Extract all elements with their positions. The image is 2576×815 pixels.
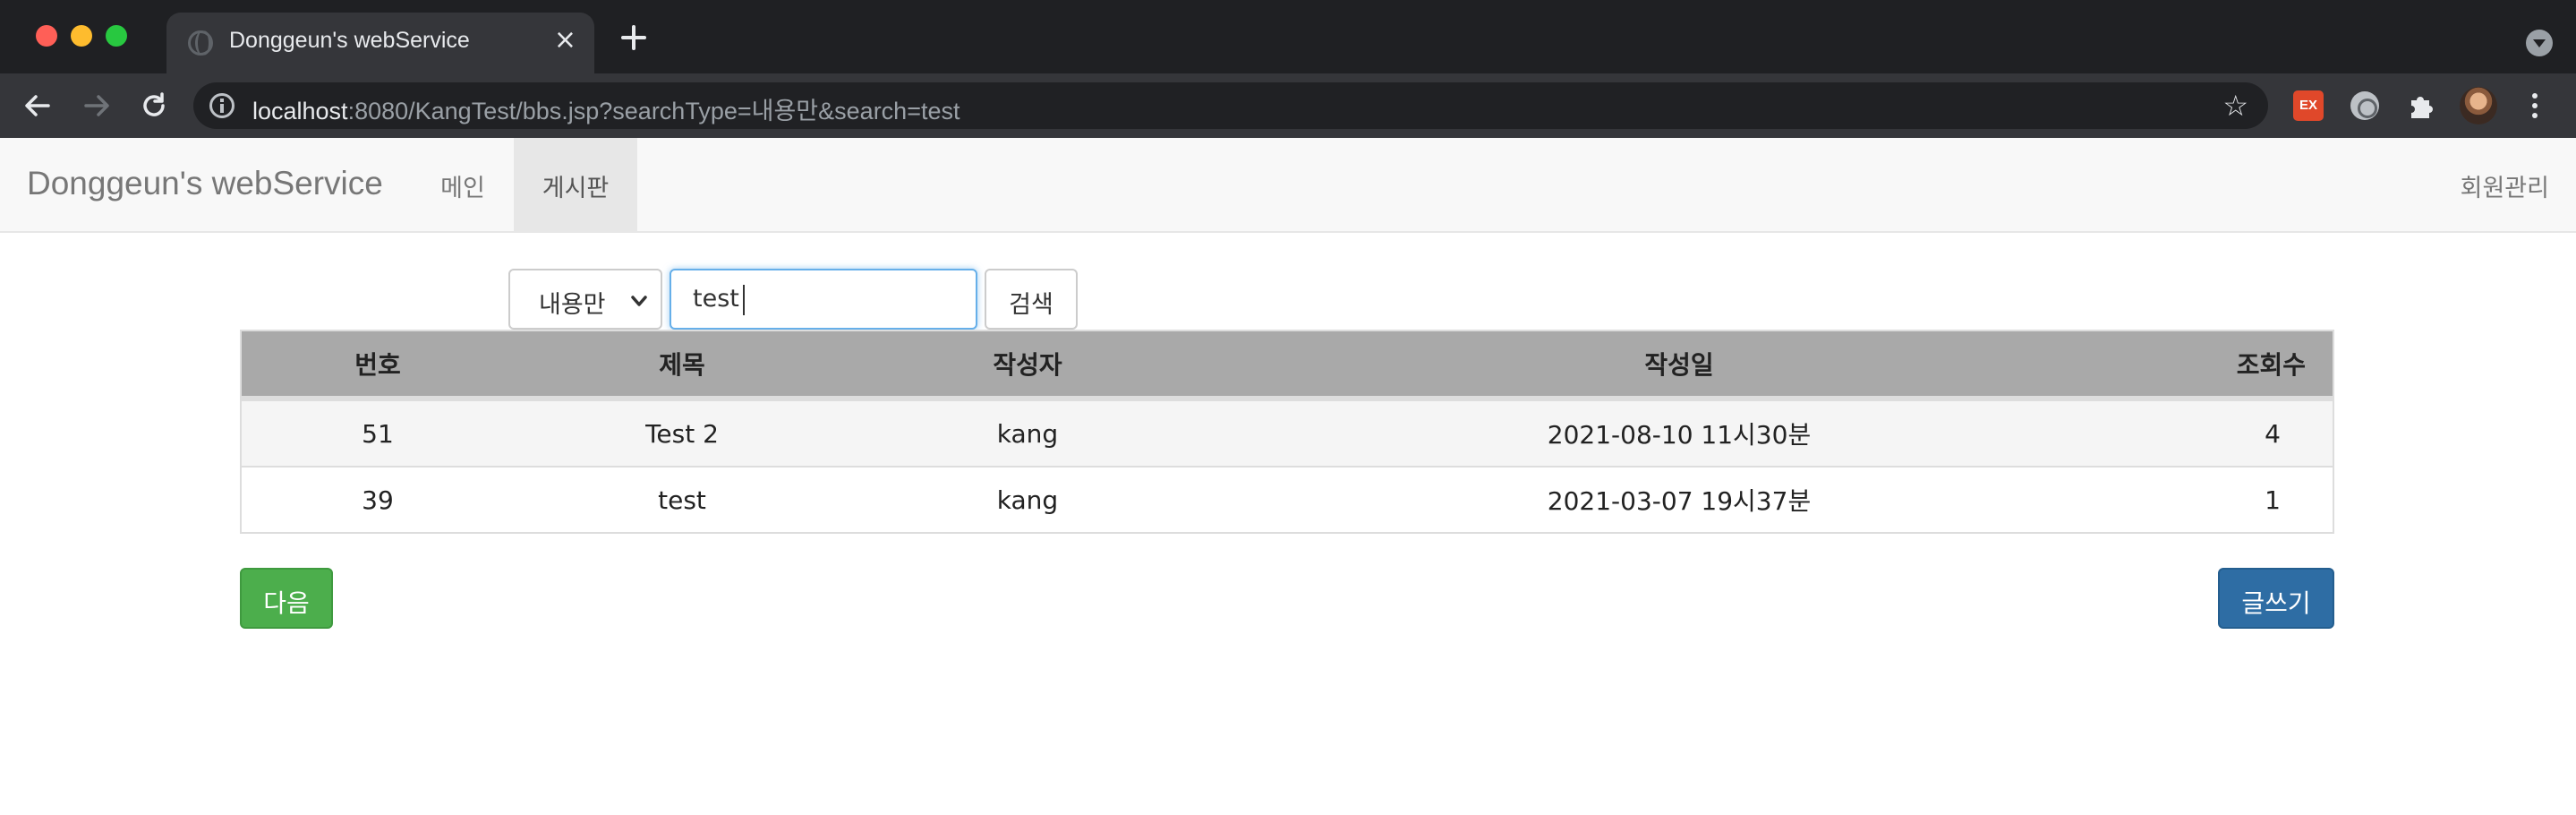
table-row[interactable]: 51 Test 2 kang 2021-08-10 11시30분 4 xyxy=(242,399,2333,466)
minimize-window-button[interactable] xyxy=(71,25,92,47)
table-row[interactable]: 39 test kang 2021-03-07 19시37분 1 xyxy=(242,466,2333,532)
tab-search-icon[interactable] xyxy=(2526,30,2553,56)
cell-date: 2021-03-07 19시37분 xyxy=(1547,486,1812,516)
header-author: 작성자 xyxy=(993,350,1062,380)
kebab-icon[interactable] xyxy=(2529,90,2540,122)
next-page-button[interactable]: 다음 xyxy=(240,568,333,629)
nav-item-main[interactable]: 메인 xyxy=(414,138,512,231)
address-bar[interactable]: localhost:8080/KangTest/bbs.jsp?searchTy… xyxy=(193,82,2268,129)
url-host: localhost xyxy=(252,98,348,124)
puzzle-icon[interactable] xyxy=(2404,90,2436,122)
cell-views: 4 xyxy=(2265,418,2281,449)
cell-views: 1 xyxy=(2265,485,2281,515)
next-button-label: 다음 xyxy=(263,588,310,618)
header-title: 제목 xyxy=(659,350,705,380)
extension-ex-icon[interactable]: EX xyxy=(2293,90,2324,121)
browser-tab[interactable]: Donggeun's webService × xyxy=(166,13,594,73)
header-views: 조회수 xyxy=(2236,350,2306,380)
url-text: localhost:8080/KangTest/bbs.jsp?searchTy… xyxy=(252,91,960,126)
chevron-down-icon xyxy=(631,296,647,306)
search-button-label: 검색 xyxy=(1009,291,1053,319)
write-button-label: 글쓰기 xyxy=(2241,588,2311,618)
header-number: 번호 xyxy=(354,350,401,380)
header-date: 작성일 xyxy=(1644,350,1714,380)
search-input[interactable]: test xyxy=(670,269,977,330)
browser-toolbar: localhost:8080/KangTest/bbs.jsp?searchTy… xyxy=(0,73,2576,138)
tab-close-icon[interactable]: × xyxy=(554,25,576,56)
new-tab-icon[interactable] xyxy=(618,21,650,54)
site-navbar: Donggeun's webService 메인 게시판 회원관리 xyxy=(0,138,2576,233)
text-caret xyxy=(743,285,745,315)
cell-author: kang xyxy=(996,485,1059,515)
cell-number: 39 xyxy=(362,485,394,515)
cell-date: 2021-08-10 11시30분 xyxy=(1547,420,1812,450)
search-button[interactable]: 검색 xyxy=(985,269,1078,330)
extension-circle-icon[interactable] xyxy=(2350,91,2379,120)
board-table: 번호 제목 작성자 작성일 조회수 51 Test 2 kang 2021-08… xyxy=(240,330,2334,534)
tab-title: Donggeun's webService xyxy=(229,28,470,53)
reload-icon[interactable] xyxy=(134,86,174,125)
maximize-window-button[interactable] xyxy=(106,25,127,47)
info-icon[interactable] xyxy=(209,93,235,118)
search-type-value: 내용만 xyxy=(539,291,606,319)
forward-icon[interactable] xyxy=(77,86,116,125)
globe-icon xyxy=(188,30,213,56)
write-post-button[interactable]: 글쓰기 xyxy=(2218,568,2334,629)
star-icon[interactable]: ☆ xyxy=(2222,90,2248,121)
cell-title-link[interactable]: Test 2 xyxy=(514,401,850,466)
close-window-button[interactable] xyxy=(36,25,57,47)
nav-item-member-management[interactable]: 회원관리 xyxy=(2424,138,2549,231)
nav-item-board[interactable]: 게시판 xyxy=(514,138,637,231)
url-path: :8080/KangTest/bbs.jsp?searchType=내용만&se… xyxy=(347,98,960,124)
brand-link[interactable]: Donggeun's webService xyxy=(27,165,383,202)
back-icon[interactable] xyxy=(18,86,57,125)
browser-tab-bar: Donggeun's webService × xyxy=(0,0,2576,73)
cell-number: 51 xyxy=(362,418,394,449)
search-input-value: test xyxy=(693,285,739,313)
cell-title-link[interactable]: test xyxy=(514,468,850,532)
search-type-select[interactable]: 내용만 xyxy=(508,269,662,330)
profile-avatar[interactable] xyxy=(2460,87,2497,124)
cell-author: kang xyxy=(996,418,1059,449)
table-header-row: 번호 제목 작성자 작성일 조회수 xyxy=(242,331,2333,399)
